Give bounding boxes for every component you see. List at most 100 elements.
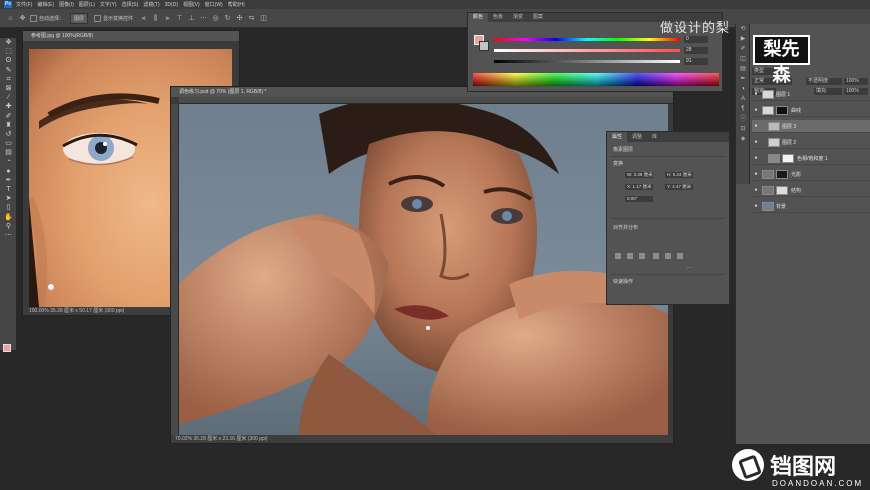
align-distribute-label[interactable]: 对齐并分布 xyxy=(613,224,638,231)
align-center-icon[interactable]: ⫼ xyxy=(151,14,160,23)
y-position-field[interactable]: Y: 4.47 厘米 xyxy=(665,184,693,190)
more-options-icon[interactable]: ⋯ xyxy=(199,14,208,23)
rotation-angle-field[interactable]: 0.00° xyxy=(625,196,653,202)
reference-document-tab[interactable]: 参考图.jpg @ 100%(RGB/8) xyxy=(23,31,239,41)
menu-window[interactable]: 窗口(W) xyxy=(205,1,223,8)
auto-select-option[interactable]: 自动选择： xyxy=(30,14,64,22)
brush-tool-icon[interactable]: ✐ xyxy=(0,112,17,121)
zoom-tool-icon[interactable]: ⚲ xyxy=(0,222,17,231)
layer-row-selected[interactable]: ● 图层 3 xyxy=(752,120,870,133)
x-position-field[interactable]: X: 1.17 厘米 xyxy=(625,184,653,190)
tab-color[interactable]: 颜色 xyxy=(468,13,489,22)
menu-image[interactable]: 图像(I) xyxy=(59,1,74,8)
menu-file[interactable]: 文件(F) xyxy=(16,1,32,8)
visibility-eye-icon[interactable]: ● xyxy=(752,171,760,177)
frame-tool-icon[interactable]: ⊠ xyxy=(0,84,17,93)
visibility-eye-icon[interactable]: ● xyxy=(752,187,760,193)
quick-select-tool-icon[interactable]: ✎ xyxy=(0,66,17,75)
align-left-edges-icon[interactable] xyxy=(615,253,621,259)
show-transform-option[interactable]: 显示变换控件 xyxy=(94,14,133,22)
tab-swatches[interactable]: 色板 xyxy=(488,13,508,22)
healing-brush-tool-icon[interactable]: ✚ xyxy=(0,102,17,111)
layers-panel-icon[interactable]: ◫ xyxy=(736,54,750,64)
show-transform-checkbox[interactable] xyxy=(94,14,102,22)
adjustments-panel-icon[interactable]: ◑ xyxy=(736,84,750,94)
3d-slide-icon[interactable]: ⇆ xyxy=(247,14,256,23)
align-vertical-centers-icon[interactable] xyxy=(665,253,671,259)
align-bottom-edges-icon[interactable] xyxy=(677,253,683,259)
foreground-color-swatch[interactable] xyxy=(3,344,11,352)
transform-section-label[interactable]: 变换 xyxy=(613,160,623,167)
align-top-edges-icon[interactable] xyxy=(653,253,659,259)
align-right-icon[interactable]: ⫸ xyxy=(163,14,172,23)
edit-toolbar-icon[interactable]: ⋯ xyxy=(0,231,17,240)
move-tool-icon[interactable]: ✥ xyxy=(18,14,27,23)
visibility-eye-icon[interactable]: ● xyxy=(752,91,760,97)
gradient-tool-icon[interactable]: ▤ xyxy=(0,148,17,157)
marquee-tool-icon[interactable]: ⬚ xyxy=(0,47,17,56)
tab-gradients[interactable]: 渐变 xyxy=(508,13,528,22)
layer-row[interactable]: ● 色相/饱和度 1 xyxy=(752,152,870,165)
3d-mode-icon[interactable]: ◎ xyxy=(211,14,220,23)
move-tool-icon[interactable]: ✥ xyxy=(0,38,17,47)
menu-3d[interactable]: 3D(D) xyxy=(165,2,178,8)
blur-tool-icon[interactable]: ◔ xyxy=(0,157,17,166)
layer-group-row[interactable]: ● 光影 xyxy=(752,168,870,181)
history-brush-tool-icon[interactable]: ↺ xyxy=(0,130,17,139)
eraser-tool-icon[interactable]: ▭ xyxy=(0,139,17,148)
horizontal-ruler[interactable] xyxy=(179,97,673,104)
eyedropper-tool-icon[interactable]: ⁄ xyxy=(0,93,17,102)
height-field[interactable]: H: 5.24 厘米 xyxy=(665,172,693,178)
saturation-slider[interactable] xyxy=(494,49,680,52)
tab-libraries[interactable]: 库 xyxy=(647,132,662,142)
quick-actions-label[interactable]: 快速操作 xyxy=(613,278,633,285)
type-tool-icon[interactable]: T xyxy=(0,185,17,194)
align-right-edges-icon[interactable] xyxy=(639,253,645,259)
menu-edit[interactable]: 编辑(E) xyxy=(37,1,54,8)
pen-tool-icon[interactable]: ✒ xyxy=(0,176,17,185)
actions-panel-icon[interactable]: ▶ xyxy=(736,34,750,44)
visibility-eye-icon[interactable]: ● xyxy=(752,139,760,145)
layer-row[interactable]: ● 图层 2 xyxy=(752,136,870,149)
align-horizontal-centers-icon[interactable] xyxy=(627,253,633,259)
layer-row[interactable]: ● 背景 xyxy=(752,200,870,213)
color-spectrum-ramp[interactable] xyxy=(473,73,719,86)
path-selection-tool-icon[interactable]: ➤ xyxy=(0,194,17,203)
channels-panel-icon[interactable]: ▤ xyxy=(736,64,750,74)
align-middle-icon[interactable]: ⊥ xyxy=(187,14,196,23)
history-panel-icon[interactable]: ⟲ xyxy=(736,24,750,34)
saturation-value-field[interactable]: 28 xyxy=(684,47,708,54)
align-top-icon[interactable]: ⊤ xyxy=(175,14,184,23)
align-left-icon[interactable]: ⫷ xyxy=(139,14,148,23)
width-field[interactable]: W: 3.38 厘米 xyxy=(625,172,653,178)
3d-pan-icon[interactable]: ✣ xyxy=(235,14,244,23)
background-color-chip[interactable] xyxy=(479,41,489,51)
tab-properties[interactable]: 属性 xyxy=(607,132,628,142)
layer-row[interactable]: ● 图层 1 xyxy=(752,88,870,101)
3d-scale-icon[interactable]: ◫ xyxy=(259,14,268,23)
visibility-eye-icon[interactable]: ● xyxy=(752,203,760,209)
opacity-field[interactable]: 100% xyxy=(844,78,868,85)
dodge-tool-icon[interactable]: ● xyxy=(0,167,17,176)
menu-layer[interactable]: 图层(L) xyxy=(79,1,95,8)
layer-group-row[interactable]: ● 结构 xyxy=(752,184,870,197)
hue-value-field[interactable]: 0 xyxy=(684,36,708,43)
crop-tool-icon[interactable]: ⌗ xyxy=(0,75,17,84)
menu-select[interactable]: 选择(S) xyxy=(122,1,139,8)
visibility-eye-icon[interactable]: ● xyxy=(752,107,760,113)
layer-row[interactable]: ● 曲线 xyxy=(752,104,870,117)
tab-adjustments[interactable]: 调整 xyxy=(627,132,647,142)
menu-view[interactable]: 视图(V) xyxy=(183,1,200,8)
auto-select-dropdown[interactable]: 图层 xyxy=(70,12,89,24)
info-panel-icon[interactable]: ⓘ xyxy=(736,114,750,124)
lasso-tool-icon[interactable]: ʘ xyxy=(0,56,17,65)
character-panel-icon[interactable]: A xyxy=(736,94,750,104)
hue-slider[interactable] xyxy=(494,38,680,41)
brightness-value-field[interactable]: 91 xyxy=(684,58,708,65)
visibility-eye-icon[interactable]: ● xyxy=(752,155,760,161)
clone-stamp-tool-icon[interactable]: ♜ xyxy=(0,121,17,130)
brush-panel-icon[interactable]: ✐ xyxy=(736,44,750,54)
auto-select-checkbox[interactable] xyxy=(30,14,37,22)
tab-patterns[interactable]: 图案 xyxy=(528,13,548,22)
main-image-canvas[interactable] xyxy=(179,104,668,437)
